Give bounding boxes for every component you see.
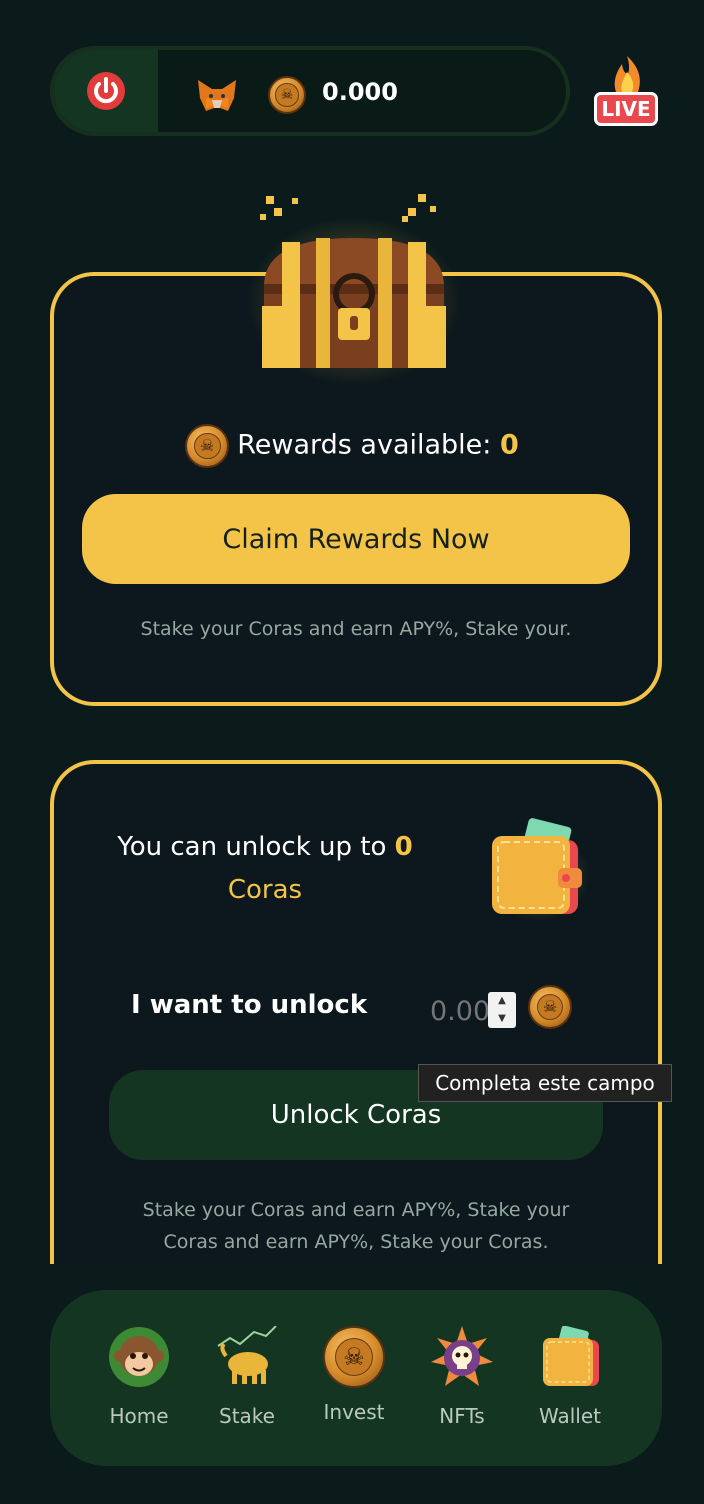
skull-coin-icon: ☠: [323, 1326, 385, 1388]
unlock-limit-text: You can unlock up to 0 Coras: [92, 826, 438, 912]
unlock-note: Stake your Coras and earn APY%, Stake yo…: [60, 1194, 652, 1258]
wallet-header: ☠ 0.000: [50, 46, 570, 136]
rewards-label: Rewards available:: [237, 429, 492, 461]
nav-label-nfts: NFTs: [439, 1404, 485, 1428]
rewards-value: 0: [499, 429, 519, 461]
coin-balance: 0.000: [322, 78, 398, 106]
unlock-amount: 0: [394, 832, 413, 862]
unlock-title-prefix: You can unlock up to: [117, 832, 387, 862]
nav-item-wallet[interactable]: Wallet: [526, 1325, 614, 1428]
bull-chart-icon: [217, 1325, 277, 1384]
step-down-icon[interactable]: ▼: [488, 1010, 516, 1028]
nav-label-invest: Invest: [323, 1400, 385, 1424]
treasure-chest-image: [236, 186, 472, 386]
nav-item-stake[interactable]: Stake: [203, 1325, 291, 1428]
power-icon: [87, 72, 125, 110]
unlock-unit: Coras: [227, 875, 303, 905]
unlock-amount-input[interactable]: [430, 993, 490, 1029]
monkey-icon: [109, 1327, 169, 1387]
skull-coin-icon: ☠: [528, 985, 572, 1029]
nav-item-nfts[interactable]: NFTs: [418, 1326, 506, 1428]
skull-coin-icon: ☠: [185, 424, 230, 468]
disconnect-button[interactable]: [54, 50, 158, 132]
nav-label-wallet: Wallet: [538, 1404, 601, 1428]
nav-label-stake: Stake: [219, 1404, 275, 1428]
nav-label-home: Home: [109, 1404, 169, 1428]
wallet-icon: [543, 1325, 599, 1386]
rewards-available-row: ☠ Rewards available: 0: [0, 424, 704, 468]
claim-rewards-button[interactable]: Claim Rewards Now: [82, 494, 630, 584]
skull-sun-icon: [431, 1326, 493, 1386]
unlock-note-line1: Stake your Coras and earn APY%, Stake yo…: [142, 1199, 570, 1221]
metamask-fox-icon: [198, 80, 236, 111]
wallet-image: [488, 818, 590, 922]
step-up-icon[interactable]: ▲: [488, 992, 516, 1010]
amount-stepper[interactable]: ▲ ▼: [488, 992, 516, 1028]
live-label: LIVE: [594, 92, 658, 126]
nav-item-home[interactable]: Home: [95, 1326, 183, 1428]
unlock-input-label: I want to unlock: [131, 990, 368, 1020]
skull-coin-icon: ☠: [268, 76, 306, 114]
unlock-note-line2: Coras and earn APY%, Stake your Coras.: [163, 1231, 549, 1253]
rewards-note: Stake your Coras and earn APY%, Stake yo…: [140, 618, 572, 640]
validation-tooltip: Completa este campo: [418, 1064, 672, 1102]
live-badge[interactable]: LIVE: [592, 54, 662, 132]
nav-item-invest[interactable]: ☠ Invest: [310, 1326, 398, 1424]
